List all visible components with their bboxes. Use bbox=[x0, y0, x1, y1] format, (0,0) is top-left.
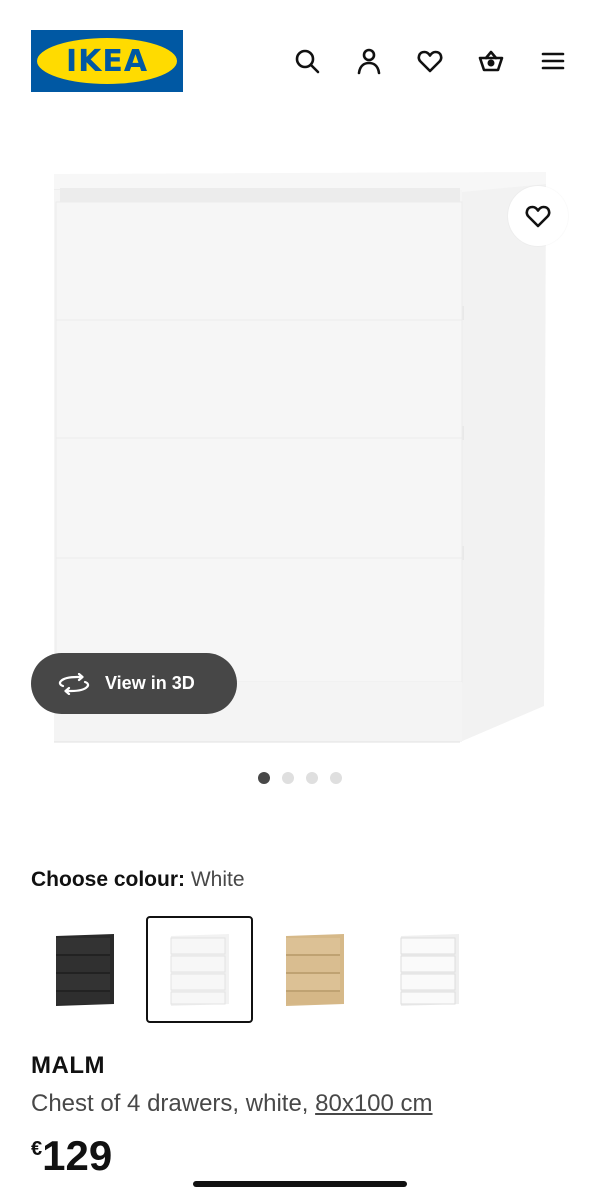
heart-icon bbox=[525, 205, 551, 228]
header: IKEA bbox=[0, 0, 600, 110]
menu-icon[interactable] bbox=[536, 44, 570, 78]
price-currency: € bbox=[31, 1138, 43, 1160]
user-icon[interactable] bbox=[352, 44, 386, 78]
image-carousel-dots bbox=[0, 772, 600, 784]
swatch-black-brown[interactable] bbox=[31, 916, 138, 1023]
product-name: MALM bbox=[31, 1052, 105, 1079]
carousel-dot[interactable] bbox=[282, 772, 294, 784]
save-to-favourites-button[interactable] bbox=[508, 186, 568, 246]
home-indicator[interactable] bbox=[193, 1181, 407, 1187]
product-description-text: Chest of 4 drawers, white, bbox=[31, 1090, 309, 1117]
search-icon[interactable] bbox=[290, 44, 324, 78]
heart-icon[interactable] bbox=[413, 44, 447, 78]
product-description: Chest of 4 drawers, white, 80x100 cm bbox=[31, 1090, 433, 1118]
ikea-logo[interactable]: IKEA bbox=[31, 30, 183, 92]
carousel-dot[interactable] bbox=[330, 772, 342, 784]
product-size-link[interactable]: 80x100 cm bbox=[315, 1090, 432, 1117]
logo-oval: IKEA bbox=[37, 38, 177, 84]
carousel-dot[interactable] bbox=[258, 772, 270, 784]
colour-swatches bbox=[31, 916, 491, 1023]
view-in-3d-button[interactable]: View in 3D bbox=[31, 653, 237, 714]
product-price: € 129 bbox=[31, 1132, 112, 1180]
view-in-3d-label: View in 3D bbox=[105, 673, 195, 693]
carousel-dot[interactable] bbox=[306, 772, 318, 784]
swatch-oak-veneer[interactable] bbox=[261, 916, 368, 1023]
logo-text: IKEA bbox=[65, 43, 149, 79]
swatch-white[interactable] bbox=[146, 916, 253, 1023]
basket-icon[interactable] bbox=[474, 44, 508, 78]
swatch-high-gloss-white[interactable] bbox=[376, 916, 483, 1023]
rotate-3d-icon bbox=[58, 672, 90, 695]
selected-colour: White bbox=[190, 868, 245, 891]
price-amount: 129 bbox=[42, 1132, 113, 1179]
choose-colour-label: Choose colour: bbox=[31, 868, 186, 891]
colour-chooser-label: Choose colour: White bbox=[31, 868, 245, 892]
